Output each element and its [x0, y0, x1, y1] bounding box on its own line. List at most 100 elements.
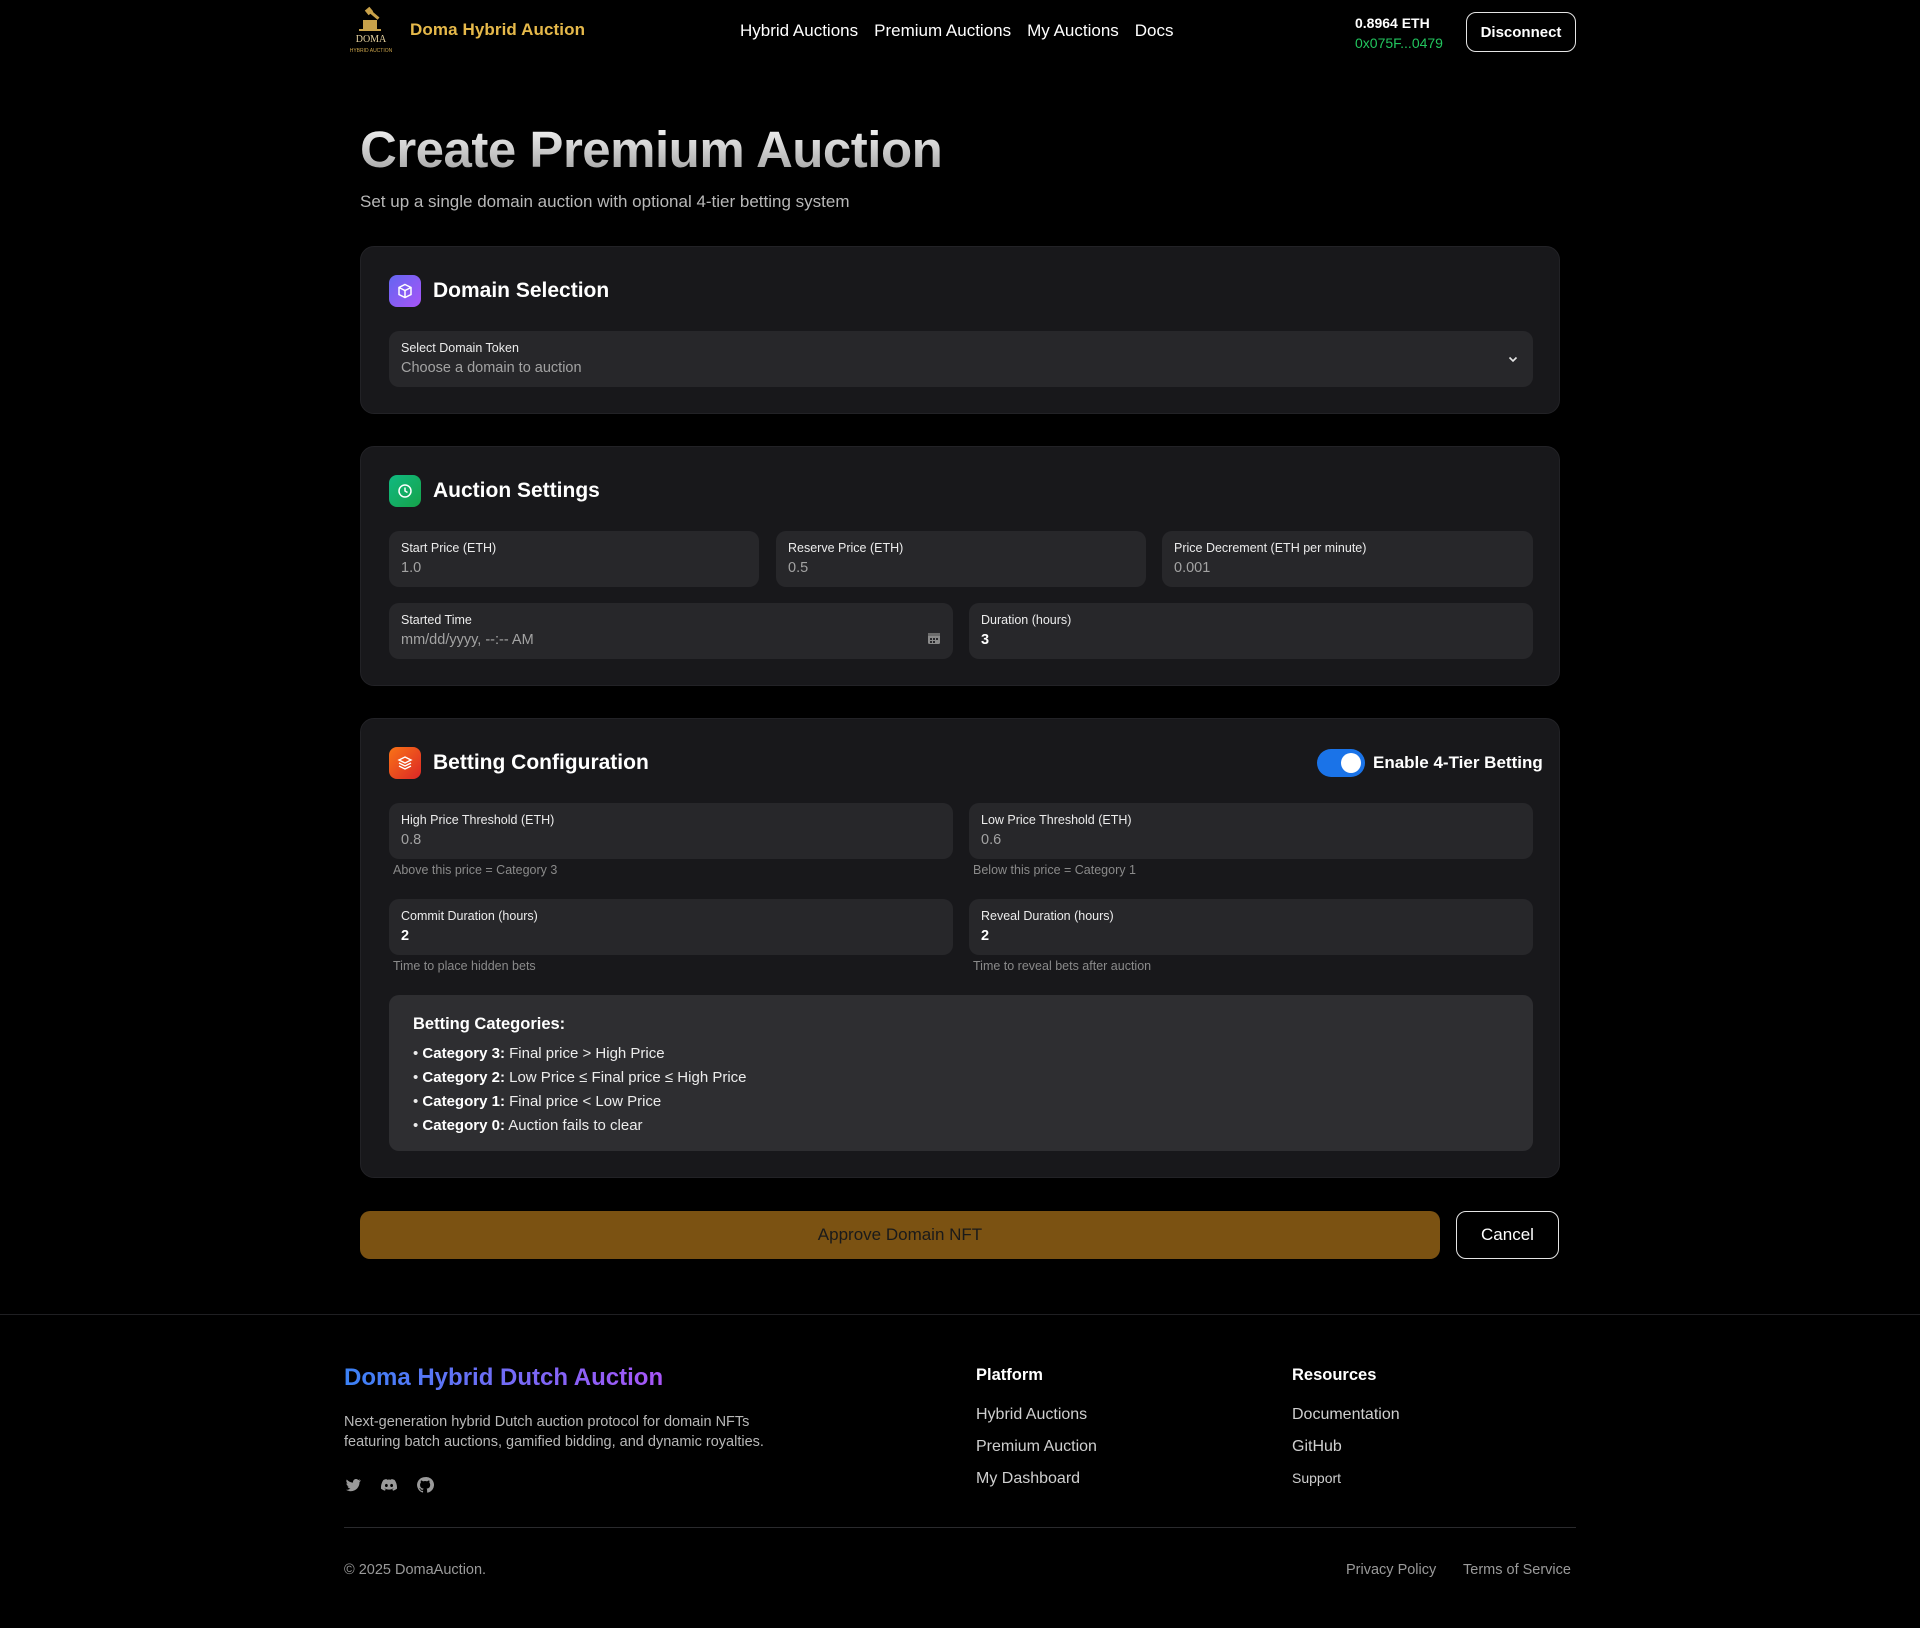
low-price-help: Below this price = Category 1 [973, 863, 1136, 877]
domain-token-select[interactable]: Select Domain Token Choose a domain to a… [389, 331, 1533, 387]
wallet-info: 0.8964 ETH 0x075F...0479 [1355, 13, 1443, 53]
price-decrement-label: Price Decrement (ETH per minute) [1174, 541, 1367, 555]
started-time-label: Started Time [401, 613, 472, 627]
category-desc: Final price > High Price [509, 1045, 665, 1062]
main-nav: Hybrid Auctions Premium Auctions My Auct… [740, 21, 1174, 41]
betting-categories-box: Betting Categories: • Category 3: Final … [389, 995, 1533, 1151]
top-nav-bar: DOMA HYBRID AUCTION Doma Hybrid Auction … [0, 0, 1920, 64]
duration-label: Duration (hours) [981, 613, 1072, 627]
category-desc: Auction fails to clear [508, 1117, 643, 1134]
clock-icon [389, 475, 421, 507]
reveal-duration-input[interactable]: Reveal Duration (hours) 2 [969, 899, 1533, 955]
price-decrement-input[interactable]: Price Decrement (ETH per minute) 0.001 [1162, 531, 1533, 587]
footer-brand: Doma Hybrid Dutch Auction [344, 1364, 664, 1391]
footer-resources-title: Resources [1292, 1366, 1377, 1384]
gavel-logo-icon: DOMA HYBRID AUCTION [344, 6, 398, 54]
cube-icon [389, 275, 421, 307]
nav-docs[interactable]: Docs [1135, 21, 1174, 41]
page-subtitle: Set up a single domain auction with opti… [360, 192, 850, 211]
commit-duration-input[interactable]: Commit Duration (hours) 2 [389, 899, 953, 955]
footer-platform-title: Platform [976, 1366, 1043, 1384]
category-name: Category 3: [422, 1045, 505, 1062]
high-price-value: 0.8 [401, 832, 422, 848]
privacy-policy-link[interactable]: Privacy Policy [1346, 1562, 1436, 1578]
high-price-help: Above this price = Category 3 [393, 863, 558, 877]
auction-settings-card: Auction Settings Start Price (ETH) 1.0 R… [360, 446, 1560, 686]
high-price-threshold-input[interactable]: High Price Threshold (ETH) 0.8 [389, 803, 953, 859]
started-time-input[interactable]: Started Time mm/dd/yyyy, --:-- AM [389, 603, 953, 659]
copyright-text: © 2025 DomaAuction. [344, 1562, 487, 1578]
wallet-address: 0x075F...0479 [1355, 35, 1443, 51]
footer-link-hybrid-auctions[interactable]: Hybrid Auctions [976, 1406, 1087, 1424]
wallet-balance: 0.8964 ETH [1355, 15, 1430, 31]
domain-selection-card: Domain Selection Select Domain Token Cho… [360, 246, 1560, 414]
low-price-label: Low Price Threshold (ETH) [981, 813, 1132, 827]
low-price-value: 0.6 [981, 832, 1002, 848]
category-name: Category 0: [422, 1117, 505, 1134]
enable-betting-label: Enable 4-Tier Betting [1373, 753, 1543, 772]
layers-icon [389, 747, 421, 779]
price-decrement-value: 0.001 [1174, 560, 1211, 576]
chevron-down-icon [1507, 352, 1519, 370]
reserve-price-input[interactable]: Reserve Price (ETH) 0.5 [776, 531, 1146, 587]
svg-text:DOMA: DOMA [356, 34, 387, 45]
toggle-knob [1341, 753, 1361, 773]
brand-name: Doma Hybrid Auction [410, 20, 586, 39]
calendar-icon[interactable] [927, 631, 941, 650]
reserve-price-label: Reserve Price (ETH) [788, 541, 904, 555]
social-links [344, 1476, 436, 1496]
svg-text:HYBRID AUCTION: HYBRID AUCTION [350, 48, 393, 54]
category-desc: Low Price ≤ Final price ≤ High Price [509, 1069, 747, 1086]
footer-link-github[interactable]: GitHub [1292, 1438, 1342, 1456]
approve-domain-nft-button[interactable]: Approve Domain NFT [360, 1211, 1440, 1259]
discord-icon[interactable] [380, 1476, 400, 1496]
low-price-threshold-input[interactable]: Low Price Threshold (ETH) 0.6 [969, 803, 1533, 859]
commit-duration-help: Time to place hidden bets [393, 959, 536, 973]
duration-input[interactable]: Duration (hours) 3 [969, 603, 1533, 659]
nav-my-auctions[interactable]: My Auctions [1027, 21, 1119, 41]
commit-duration-label: Commit Duration (hours) [401, 909, 538, 923]
footer-bottom-divider [344, 1527, 1576, 1528]
domain-selection-title: Domain Selection [433, 279, 610, 302]
high-price-label: High Price Threshold (ETH) [401, 813, 555, 827]
github-icon[interactable] [416, 1476, 436, 1496]
reveal-duration-value: 2 [981, 928, 990, 944]
category-desc: Final price < Low Price [509, 1093, 662, 1110]
footer-link-support[interactable]: Support [1292, 1470, 1341, 1486]
category-item: • Category 2: Low Price ≤ Final price ≤ … [413, 1069, 747, 1086]
started-time-placeholder: mm/dd/yyyy, --:-- AM [401, 632, 534, 648]
commit-duration-value: 2 [401, 928, 410, 944]
betting-configuration-card: Betting Configuration Enable 4-Tier Bett… [360, 718, 1560, 1178]
domain-token-value: Choose a domain to auction [401, 360, 582, 376]
category-name: Category 2: [422, 1069, 505, 1086]
duration-value: 3 [981, 632, 990, 648]
reserve-price-value: 0.5 [788, 560, 809, 576]
betting-categories-title: Betting Categories: [413, 1015, 566, 1033]
betting-configuration-title: Betting Configuration [433, 751, 649, 774]
twitter-icon[interactable] [344, 1476, 364, 1496]
auction-settings-title: Auction Settings [433, 479, 600, 502]
cancel-button[interactable]: Cancel [1456, 1211, 1559, 1259]
start-price-value: 1.0 [401, 560, 422, 576]
footer-divider [0, 1314, 1920, 1315]
start-price-input[interactable]: Start Price (ETH) 1.0 [389, 531, 759, 587]
disconnect-button[interactable]: Disconnect [1466, 12, 1576, 52]
start-price-label: Start Price (ETH) [401, 541, 497, 555]
footer-link-my-dashboard[interactable]: My Dashboard [976, 1470, 1080, 1488]
footer-description: Next-generation hybrid Dutch auction pro… [344, 1414, 764, 1450]
nav-premium-auctions[interactable]: Premium Auctions [874, 21, 1011, 41]
page-title: Create Premium Auction [360, 121, 943, 178]
footer-link-premium-auction[interactable]: Premium Auction [976, 1438, 1097, 1456]
nav-hybrid-auctions[interactable]: Hybrid Auctions [740, 21, 858, 41]
category-name: Category 1: [422, 1093, 505, 1110]
terms-of-service-link[interactable]: Terms of Service [1463, 1562, 1571, 1578]
enable-betting-toggle[interactable] [1317, 749, 1365, 777]
reveal-duration-help: Time to reveal bets after auction [973, 959, 1152, 973]
category-item: • Category 3: Final price > High Price [413, 1045, 665, 1062]
reveal-duration-label: Reveal Duration (hours) [981, 909, 1114, 923]
category-item: • Category 0: Auction fails to clear [413, 1117, 643, 1134]
category-item: • Category 1: Final price < Low Price [413, 1093, 662, 1110]
footer-link-documentation[interactable]: Documentation [1292, 1406, 1400, 1424]
brand-logo-link[interactable]: DOMA HYBRID AUCTION Doma Hybrid Auction [344, 6, 585, 54]
domain-token-label: Select Domain Token [401, 341, 519, 355]
